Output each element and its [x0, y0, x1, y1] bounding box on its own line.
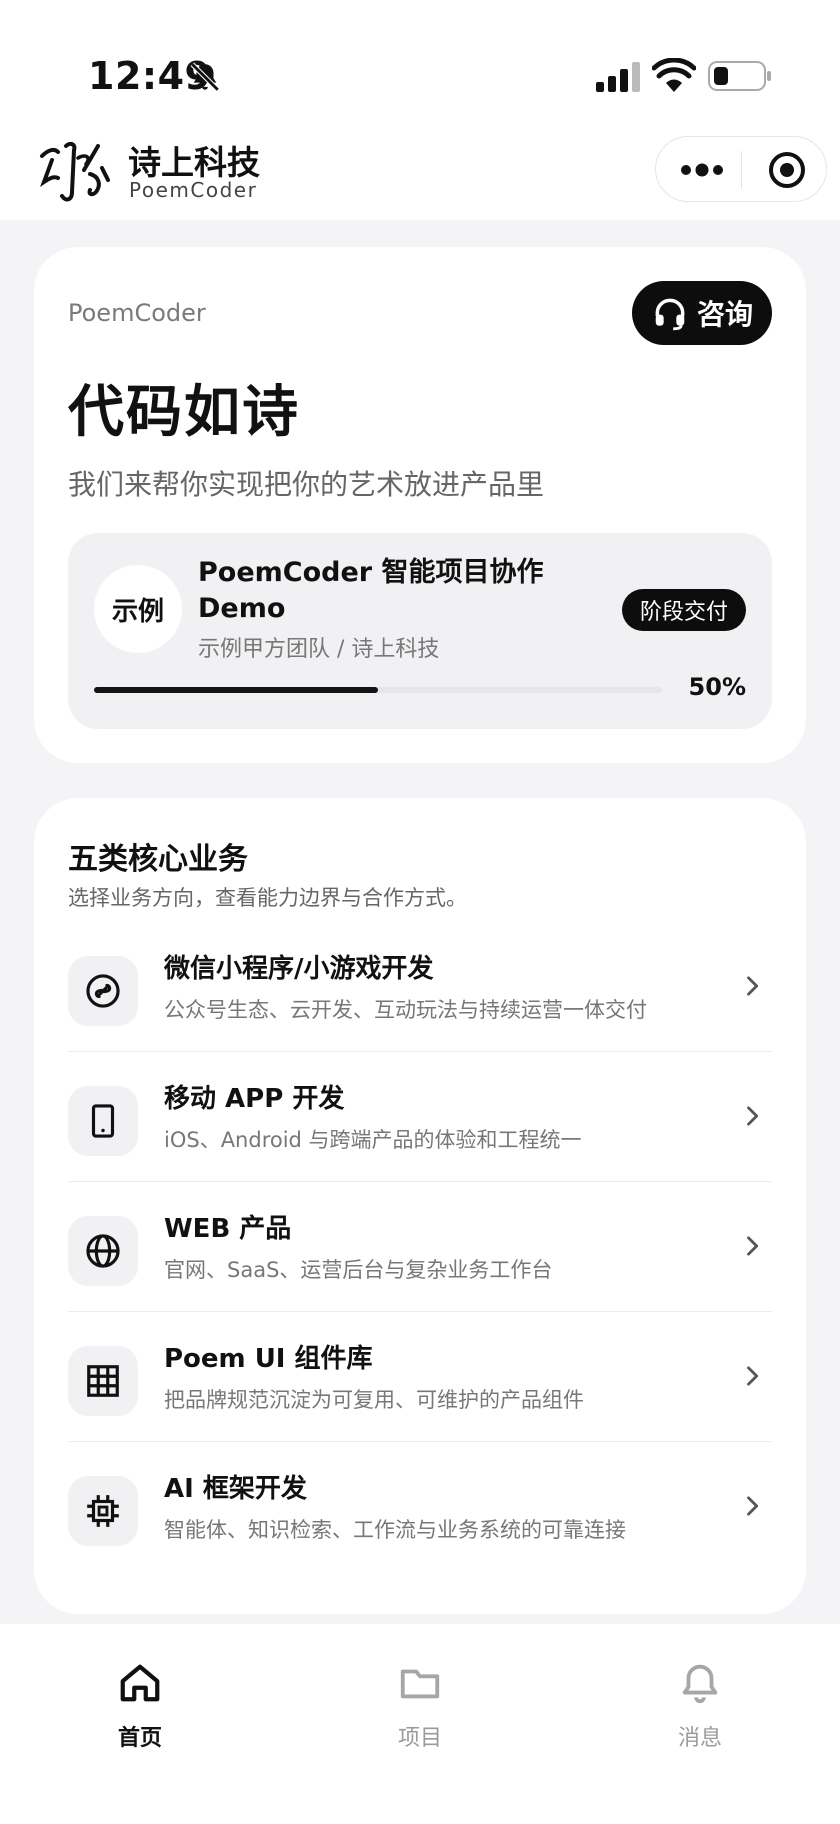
mini-program-capsule [655, 136, 827, 202]
consult-label: 咨询 [696, 298, 753, 331]
service-title: AI 框架开发 [164, 1474, 307, 1504]
chip-icon [87, 1495, 119, 1527]
hero-subtitle: 我们来帮你实现把你的艺术放进产品里 [68, 468, 545, 501]
progress-fill [94, 687, 378, 693]
chevron-right-icon [747, 976, 759, 996]
services-title: 五类核心业务 [68, 842, 248, 877]
service-desc: 智能体、知识检索、工作流与业务系统的可靠连接 [164, 1518, 626, 1542]
demo-title: PoemCoder 智能项目协作 Demo [198, 557, 544, 624]
signal-icon [596, 62, 640, 92]
service-item-ai-framework[interactable]: AI 框架开发 智能体、知识检索、工作流与业务系统的可靠连接 [68, 1442, 772, 1572]
service-item-web[interactable]: WEB 产品 官网、SaaS、运营后台与复杂业务工作台 [68, 1182, 772, 1312]
service-title: 微信小程序/小游戏开发 [164, 954, 434, 984]
folder-icon [400, 1669, 440, 1699]
grid-icon [87, 1365, 119, 1397]
service-desc: 官网、SaaS、运营后台与复杂业务工作台 [164, 1258, 553, 1282]
hero-card: PoemCoder 咨询 代码如诗 我们来帮你实现把你的艺术放进产品里 示例 P… [34, 247, 806, 763]
services-card: 五类核心业务 选择业务方向，查看能力边界与合作方式。 微信小程序/小游戏开发 公… [34, 798, 806, 1614]
tab-projects-label: 项目 [397, 1726, 442, 1751]
phone-icon [91, 1104, 115, 1138]
progress-bar [94, 687, 662, 693]
bell-off-icon [190, 62, 220, 92]
hero-eyebrow: PoemCoder [68, 299, 206, 327]
chevron-right-icon [747, 1366, 759, 1386]
home-icon [120, 1664, 160, 1702]
service-item-mobile-app[interactable]: 移动 APP 开发 iOS、Android 与跨端产品的体验和工程统一 [68, 1052, 772, 1182]
link-icon [86, 974, 120, 1008]
hero-title: 代码如诗 [68, 380, 300, 445]
globe-icon [86, 1234, 120, 1268]
bottom-tab-bar: 首页 项目 消息 [0, 1624, 840, 1824]
brand-name: 诗上科技 [128, 143, 260, 182]
service-title: WEB 产品 [164, 1214, 292, 1244]
service-title: 移动 APP 开发 [164, 1084, 345, 1114]
demo-team: 示例甲方团队 / 诗上科技 [198, 637, 440, 662]
chevron-right-icon [747, 1496, 759, 1516]
chevron-right-icon [747, 1106, 759, 1126]
headset-icon [655, 298, 685, 331]
service-list: 微信小程序/小游戏开发 公众号生态、云开发、互动玩法与持续运营一体交付 移动 A… [68, 922, 772, 1572]
tab-projects[interactable]: 项目 [360, 1660, 480, 1752]
progress-label: 50% [688, 673, 746, 701]
tab-home-label: 首页 [117, 1726, 162, 1751]
stage-badge: 阶段交付 [622, 589, 746, 631]
close-program-icon[interactable] [766, 149, 808, 191]
tab-home[interactable]: 首页 [80, 1660, 200, 1752]
brand-subtitle: PoemCoder [129, 178, 258, 202]
chevron-right-icon [747, 1236, 759, 1256]
wifi-icon [652, 58, 696, 92]
tab-messages-label: 消息 [677, 1726, 722, 1751]
screen: 12:49 诗上科技 PoemCoder PoemCoder 咨询 代码如诗 我… [0, 0, 840, 1824]
brand-logo [40, 141, 110, 202]
capsule-divider [741, 151, 742, 189]
status-bar: 12:49 [0, 0, 840, 120]
service-desc: iOS、Android 与跨端产品的体验和工程统一 [164, 1128, 582, 1152]
service-item-mini-program[interactable]: 微信小程序/小游戏开发 公众号生态、云开发、互动玩法与持续运营一体交付 [68, 922, 772, 1052]
demo-avatar: 示例 [94, 565, 182, 653]
battery-icon [708, 61, 771, 91]
tab-messages[interactable]: 消息 [640, 1660, 760, 1752]
more-icon[interactable] [680, 159, 724, 181]
demo-project-card[interactable]: 示例 PoemCoder 智能项目协作 Demo 示例甲方团队 / 诗上科技 阶… [68, 533, 772, 729]
service-title: Poem UI 组件库 [164, 1344, 373, 1374]
bell-icon [682, 1664, 718, 1704]
services-subtitle: 选择业务方向，查看能力边界与合作方式。 [68, 886, 467, 910]
service-item-ui-library[interactable]: Poem UI 组件库 把品牌规范沉淀为可复用、可维护的产品组件 [68, 1312, 772, 1442]
service-desc: 把品牌规范沉淀为可复用、可维护的产品组件 [164, 1388, 584, 1412]
service-desc: 公众号生态、云开发、互动玩法与持续运营一体交付 [164, 998, 647, 1022]
consult-button[interactable]: 咨询 [632, 281, 772, 345]
app-header: 诗上科技 PoemCoder [0, 120, 840, 220]
